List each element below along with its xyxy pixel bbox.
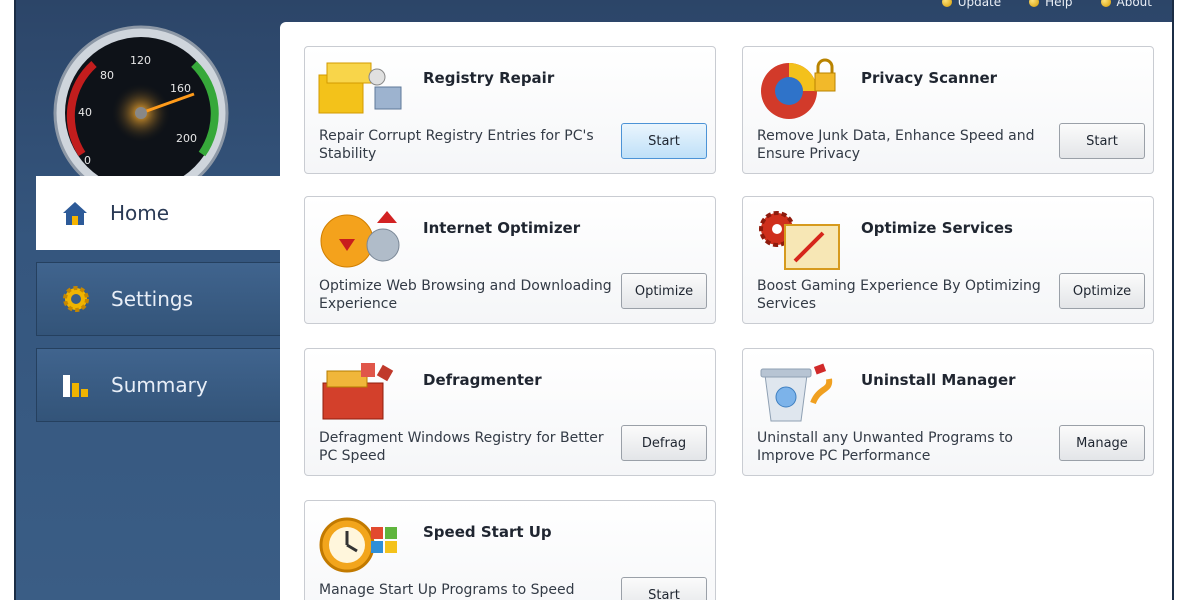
defrag-icon [322, 363, 394, 420]
nav-label-settings: Settings [111, 287, 194, 311]
card-speed-start-up: Speed Start Up Manage Start Up Programs … [304, 500, 716, 600]
nav-item-settings[interactable]: Settings [36, 262, 282, 336]
card-title: Registry Repair [423, 69, 555, 87]
card-title: Speed Start Up [423, 523, 552, 541]
nav-label-summary: Summary [111, 373, 208, 397]
help-label: Help [1045, 0, 1073, 9]
card-defragmenter: Defragmenter Defragment Windows Registry… [304, 348, 716, 476]
card-title: Internet Optimizer [423, 219, 581, 237]
card-description: Remove Junk Data, Enhance Speed and Ensu… [757, 128, 1035, 162]
about-label: About [1116, 0, 1152, 9]
gear-icon [59, 282, 93, 316]
card-description: Optimize Web Browsing and Downloading Ex… [319, 278, 612, 312]
nav-item-summary[interactable]: Summary [36, 348, 282, 422]
update-label: Update [957, 0, 1002, 9]
privacy-icon [761, 58, 836, 119]
card-description: Boost Gaming Experience By Optimizing Se… [757, 278, 1041, 312]
card-privacy-scanner: Privacy Scanner Remove Junk Data, Enhanc… [742, 46, 1154, 174]
help-icon [1029, 0, 1040, 7]
card-title: Privacy Scanner [861, 69, 998, 87]
optimize-services-optimize-button[interactable]: Optimize [1059, 273, 1145, 309]
card-description: Repair Corrupt Registry Entries for PC's… [319, 128, 594, 162]
registry-repair-start-button[interactable]: Start [621, 123, 707, 159]
card-uninstall-manager: Uninstall Manager Uninstall any Unwanted… [742, 348, 1154, 476]
card-description: Defragment Windows Registry for Better P… [319, 430, 604, 464]
gauge-tick-40: 40 [78, 106, 92, 119]
internet-icon [320, 211, 400, 268]
update-icon [941, 0, 952, 7]
about-link[interactable]: About [1100, 0, 1152, 10]
main-panel: Registry Repair Repair Corrupt Registry … [280, 22, 1172, 600]
gauge-tick-120: 120 [130, 54, 151, 67]
card-optimize-services: Optimize Services Boost Gaming Experienc… [742, 196, 1154, 324]
card-internet-optimizer: Internet Optimizer Optimize Web Browsing… [304, 196, 716, 324]
card-title: Defragmenter [423, 371, 542, 389]
internet-optimizer-optimize-button[interactable]: Optimize [621, 273, 707, 309]
recycle-bin-icon [760, 363, 833, 422]
card-registry-repair: Registry Repair Repair Corrupt Registry … [304, 46, 716, 174]
card-title: Uninstall Manager [861, 371, 1016, 389]
clock-icon [319, 517, 397, 573]
nav-label-home: Home [110, 201, 170, 225]
defragmenter-defrag-button[interactable]: Defrag [621, 425, 707, 461]
about-icon [1100, 0, 1111, 7]
speed-start-up-start-button[interactable]: Start [621, 577, 707, 600]
help-link[interactable]: Help [1029, 0, 1073, 10]
bar-chart-icon [59, 368, 93, 402]
gauge-tick-80: 80 [100, 69, 114, 82]
card-description: Manage Start Up Programs to Speed [319, 582, 575, 598]
card-title: Optimize Services [861, 219, 1013, 237]
gauge-tick-0: 0 [84, 154, 91, 167]
gauge-tick-160: 160 [170, 82, 191, 95]
update-link[interactable]: Update [941, 0, 1002, 10]
registry-icon [318, 62, 402, 114]
top-links: Update Help About [941, 0, 1152, 10]
home-icon [58, 196, 92, 230]
privacy-scanner-start-button[interactable]: Start [1059, 123, 1145, 159]
services-icon [759, 211, 840, 270]
gauge-tick-200: 200 [176, 132, 197, 145]
app-window: Update Help About 0 40 80 120 160 200 Ho… [14, 0, 1174, 600]
uninstall-manager-manage-button[interactable]: Manage [1059, 425, 1145, 461]
card-description: Uninstall any Unwanted Programs to Impro… [757, 430, 1013, 464]
nav-item-home[interactable]: Home [36, 176, 282, 250]
